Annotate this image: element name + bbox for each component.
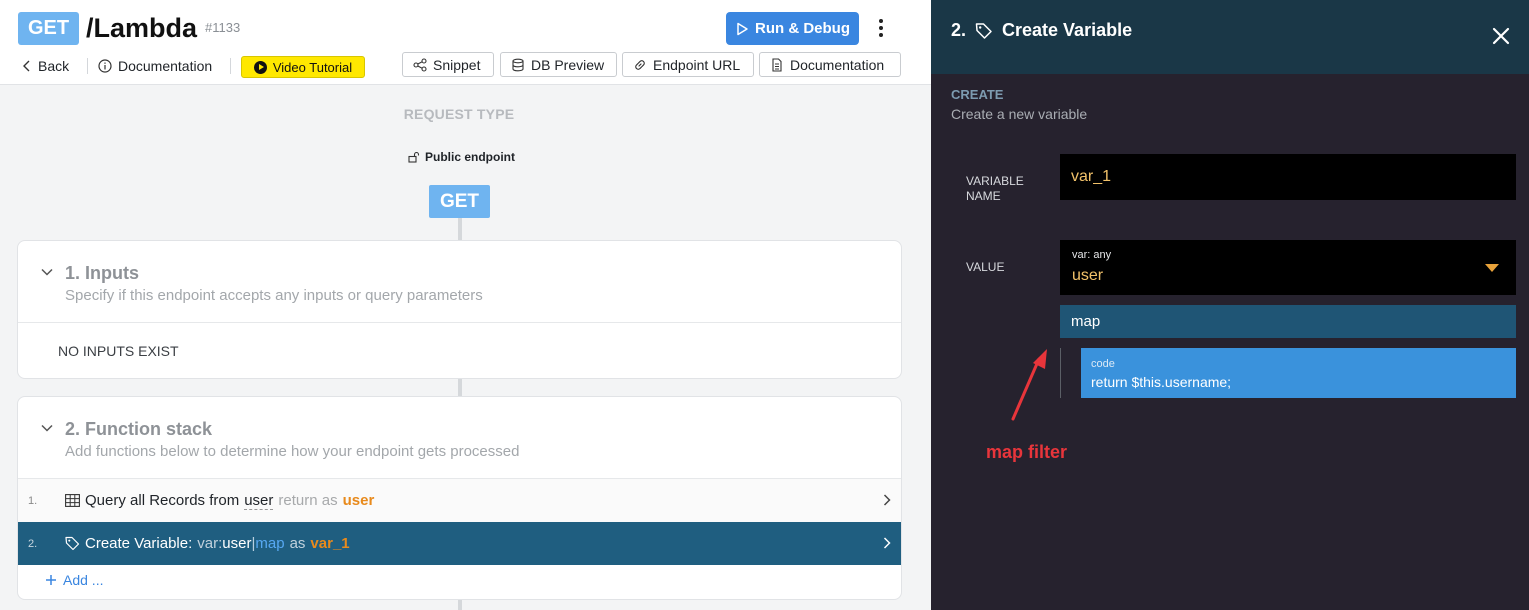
endpoint-id: #1133 — [205, 20, 241, 35]
method-badge: GET — [18, 12, 79, 45]
chevron-right-icon — [883, 494, 891, 506]
database-icon — [512, 58, 524, 71]
documentation-link[interactable]: Documentation — [98, 56, 212, 76]
panel-title-text: Create Variable — [1002, 20, 1133, 40]
row-as-label: as — [289, 535, 306, 552]
variable-name-label: VARIABLE NAME — [966, 174, 1024, 203]
panel-title: 2. Create Variable — [951, 20, 1132, 41]
divider — [87, 58, 88, 74]
row-return-var: user — [342, 492, 375, 509]
variable-name-input[interactable]: var_1 — [1060, 154, 1516, 200]
chevron-left-icon — [23, 60, 30, 72]
share-icon — [413, 57, 427, 72]
row-table-name: user — [244, 491, 274, 510]
endpoint-header: GET /Lambda #1133 Run & Debug Back Docum… — [0, 0, 931, 85]
request-method-badge[interactable]: GET — [429, 185, 490, 218]
section-title: CREATE — [951, 87, 1004, 102]
row-label: Create Variable: — [85, 535, 193, 552]
unlock-icon — [408, 151, 420, 163]
back-label: Back — [38, 58, 70, 74]
connector-line — [458, 379, 462, 396]
info-icon — [98, 59, 112, 73]
function-stack-description: Add functions below to determine how you… — [65, 443, 520, 460]
add-function-button[interactable]: Add ... — [45, 572, 103, 588]
public-endpoint-toggle[interactable]: Public endpoint — [408, 150, 515, 164]
row-number: 1. — [28, 494, 38, 507]
row-number: 2. — [28, 537, 38, 550]
code-text: return $this.username; — [1091, 374, 1232, 390]
filter-connector — [1060, 348, 1061, 398]
inputs-description: Specify if this endpoint accepts any inp… — [65, 287, 483, 304]
table-icon — [65, 494, 80, 507]
inputs-card: 1. Inputs Specify if this endpoint accep… — [17, 240, 902, 379]
documentation-label: Documentation — [118, 58, 213, 74]
documentation-toolbar-label: Documentation — [790, 56, 885, 73]
code-label: code — [1091, 358, 1115, 370]
function-row-query[interactable]: 1. Query all Records from user return as… — [18, 479, 901, 522]
function-stack-title: 2. Function stack — [65, 419, 213, 439]
filter-input[interactable]: map — [1060, 305, 1516, 338]
create-variable-panel: 2. Create Variable CREATE Create a new v… — [931, 0, 1529, 610]
request-type-label: REQUEST TYPE — [403, 106, 515, 122]
value-label: VALUE — [966, 260, 1005, 274]
chevron-right-icon — [883, 537, 891, 549]
function-row-create-variable[interactable]: 2. Create Variable: var: user | map as v… — [18, 522, 901, 565]
value-dropdown[interactable]: var: any user — [1060, 240, 1516, 295]
more-options-icon[interactable] — [870, 14, 892, 42]
endpoint-url-label: Endpoint URL — [653, 56, 741, 73]
panel-step: 2. — [951, 20, 967, 40]
annotation-label: map filter — [986, 442, 1068, 462]
divider — [230, 58, 231, 74]
divider — [18, 322, 901, 323]
video-tutorial-button[interactable]: Video Tutorial — [241, 56, 365, 78]
public-endpoint-label: Public endpoint — [425, 150, 515, 164]
endpoint-path: /Lambda — [86, 13, 198, 43]
annotation-arrow-icon — [1011, 349, 1047, 421]
panel-header: 2. Create Variable — [931, 0, 1529, 74]
inputs-title: 1. Inputs — [65, 263, 140, 283]
run-debug-label: Run & Debug — [755, 20, 850, 37]
no-inputs-label: NO INPUTS EXIST — [58, 343, 179, 359]
play-circle-icon — [253, 60, 267, 74]
row-var-prefix: var: — [197, 535, 223, 552]
plus-icon — [46, 575, 56, 585]
tag-icon — [975, 22, 992, 39]
back-link[interactable]: Back — [22, 56, 69, 76]
link-icon — [635, 59, 645, 70]
video-tutorial-label: Video Tutorial — [272, 59, 353, 75]
close-icon[interactable] — [1491, 26, 1511, 46]
document-icon — [772, 57, 782, 72]
row-filter: map — [255, 535, 285, 552]
db-preview-button[interactable]: DB Preview — [500, 52, 617, 77]
run-debug-button[interactable]: Run & Debug — [726, 12, 859, 45]
row-result-var: var_1 — [310, 535, 350, 552]
tag-icon — [65, 536, 80, 551]
add-label: Add ... — [63, 572, 104, 588]
row-return-label: return as — [278, 492, 338, 509]
chevron-down-icon[interactable] — [40, 265, 54, 279]
caret-down-icon — [1485, 264, 1499, 272]
row-label: Query all Records from — [85, 492, 240, 509]
function-stack-card: 2. Function stack Add functions below to… — [17, 396, 902, 600]
db-preview-label: DB Preview — [531, 56, 605, 73]
endpoint-editor: GET /Lambda #1133 Run & Debug Back Docum… — [0, 0, 931, 610]
snippet-button[interactable]: Snippet — [402, 52, 494, 77]
value-text: user — [1072, 267, 1104, 284]
play-outline-icon — [737, 22, 748, 35]
filter-code-argument[interactable]: code return $this.username; — [1081, 348, 1516, 398]
snippet-label: Snippet — [433, 56, 481, 73]
documentation-button[interactable]: Documentation — [759, 52, 901, 77]
value-type: var: any — [1072, 249, 1112, 261]
connector-line — [458, 600, 462, 610]
row-var-name: user — [222, 535, 252, 552]
endpoint-url-button[interactable]: Endpoint URL — [622, 52, 754, 77]
section-description: Create a new variable — [951, 106, 1088, 122]
connector-line — [458, 218, 462, 240]
chevron-down-icon[interactable] — [40, 421, 54, 435]
